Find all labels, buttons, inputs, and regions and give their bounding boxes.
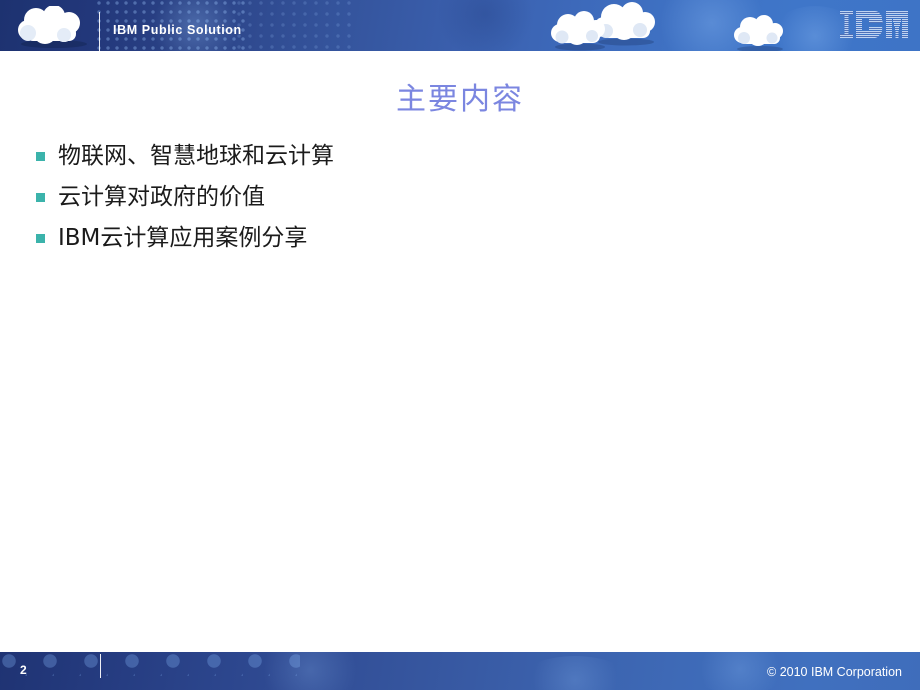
list-item-label: 云计算对政府的价值 [58, 184, 265, 210]
header-shadow-glow [430, 0, 540, 51]
ibm-logo [840, 11, 908, 38]
page-title: 主要内容 [396, 82, 524, 117]
presentation-slide: IBM Public Solution 主要内容 物联网、智慧地球和云计算 云计… [0, 0, 920, 690]
bullet-list: 物联网、智慧地球和云计算 云计算对政府的价值 IBM云计算应用案例分享 [36, 140, 736, 263]
cloud-icon-mid-front [548, 3, 610, 51]
page-number: 2 [20, 663, 27, 677]
header-divider [99, 12, 100, 51]
square-bullet-icon [36, 152, 45, 161]
list-item: 物联网、智慧地球和云计算 [36, 140, 736, 181]
list-item-label: 物联网、智慧地球和云计算 [58, 143, 334, 169]
header-brand-label: IBM Public Solution [113, 23, 242, 37]
square-bullet-icon [36, 193, 45, 202]
copyright-notice: © 2010 IBM Corporation [767, 665, 902, 679]
footer-divider [100, 654, 101, 678]
cloud-icon-right [731, 14, 789, 51]
slide-header: IBM Public Solution [0, 0, 920, 51]
footer-light-glow-2 [520, 656, 630, 690]
list-item: IBM云计算应用案例分享 [36, 222, 736, 263]
header-dot-pattern-secondary [236, 0, 356, 51]
slide-footer: 2 © 2010 IBM Corporation [0, 652, 920, 690]
list-item-label: IBM云计算应用案例分享 [58, 225, 308, 251]
square-bullet-icon [36, 234, 45, 243]
cloud-icon-left [14, 6, 92, 48]
list-item: 云计算对政府的价值 [36, 181, 736, 222]
footer-light-glow-1 [250, 652, 370, 690]
